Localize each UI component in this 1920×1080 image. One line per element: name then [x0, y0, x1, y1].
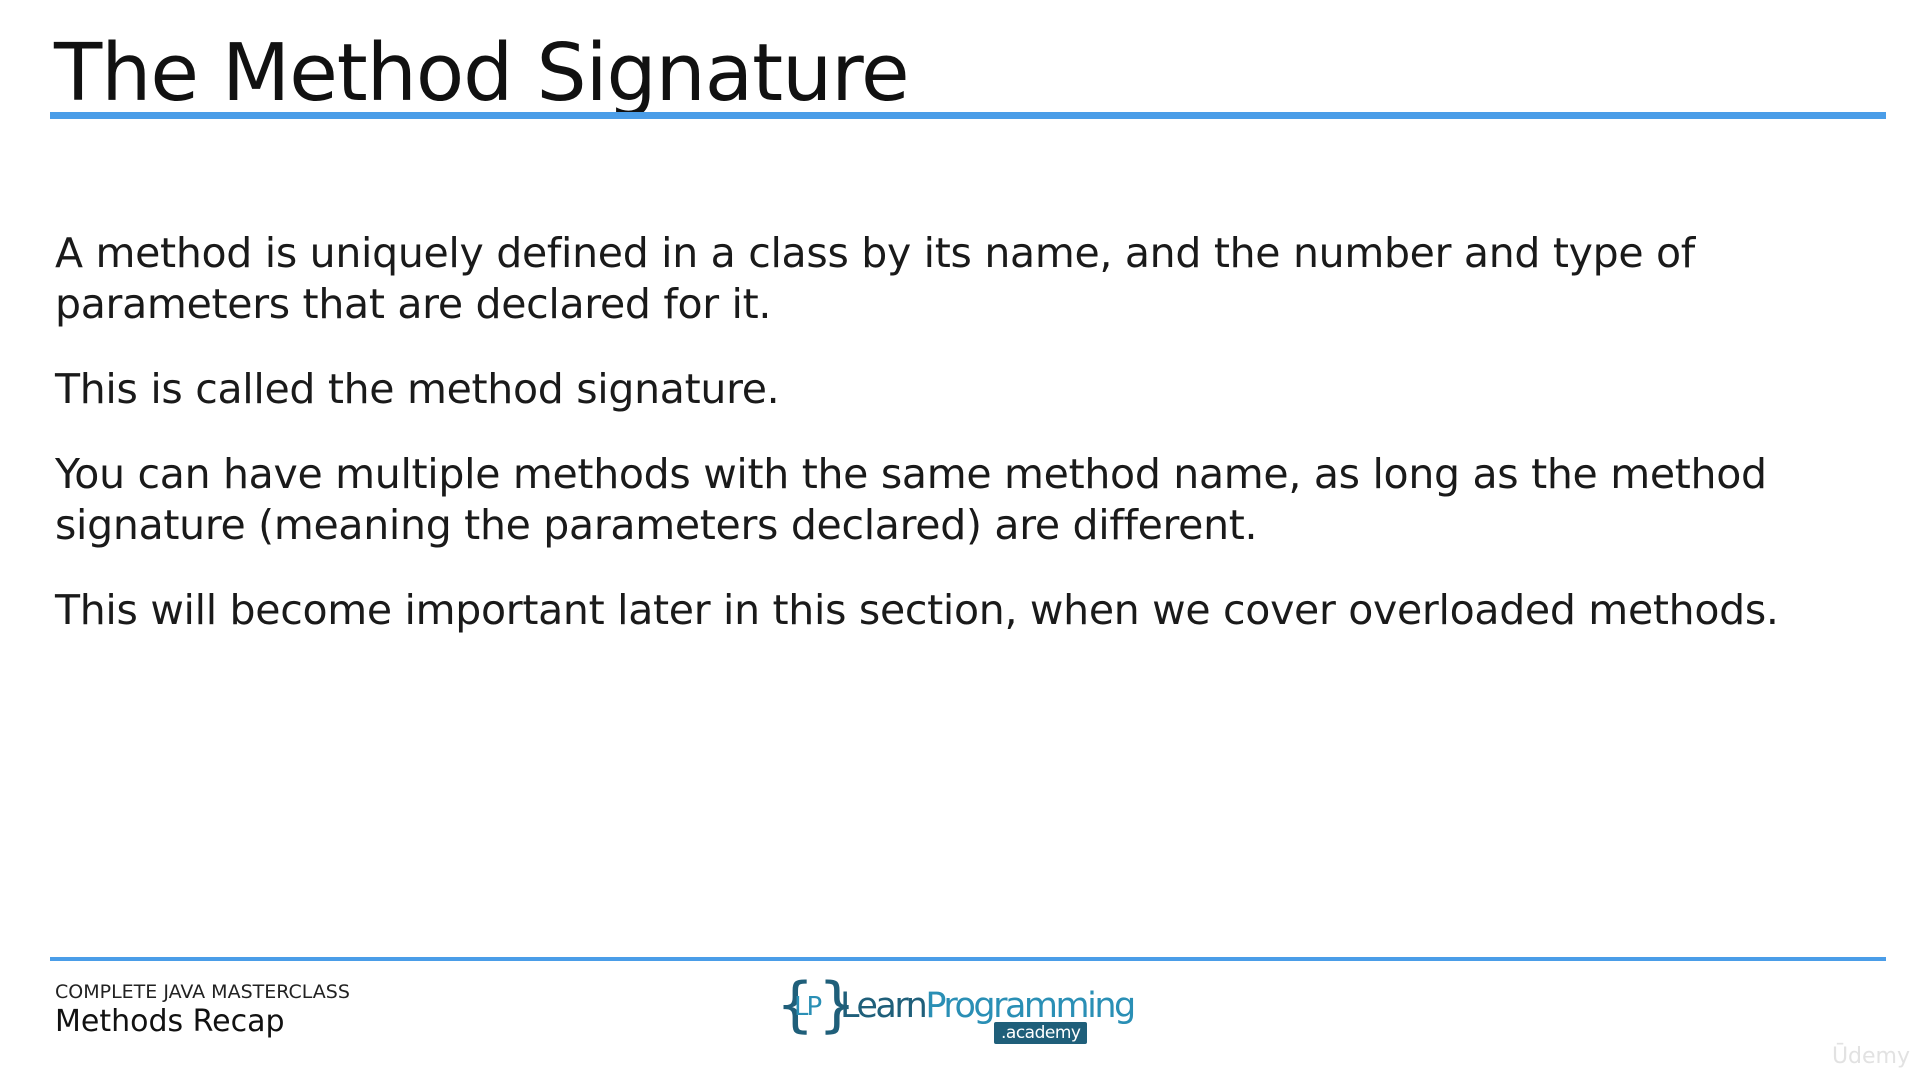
course-name: COMPLETE JAVA MASTERCLASS: [55, 981, 350, 1003]
slide-body: A method is uniquely defined in a class …: [55, 228, 1875, 670]
udemy-watermark: Ūdemy: [1831, 1044, 1910, 1069]
paragraph-definition: A method is uniquely defined in a class …: [55, 229, 1695, 328]
logo-word-learn: Learn: [840, 986, 928, 1026]
paragraph-multiple-methods: You can have multiple methods with the s…: [55, 450, 1767, 549]
slide: The Method Signature A method is uniquel…: [0, 0, 1920, 1080]
learnprogramming-logo: { LP } LearnProgramming .academy: [776, 972, 1136, 1044]
paragraph-overloading: This will become important later in this…: [55, 586, 1779, 634]
lesson-name: Methods Recap: [55, 1004, 285, 1039]
logo-academy-tag: .academy: [994, 1022, 1088, 1044]
title-divider: [50, 112, 1886, 119]
footer-divider: [50, 957, 1886, 961]
logo-wordmark: LearnProgramming: [840, 986, 1136, 1026]
paragraph-signature: This is called the method signature.: [55, 365, 780, 413]
logo-word-programming: Programming: [925, 986, 1136, 1026]
logo-initials: LP: [794, 992, 822, 1022]
